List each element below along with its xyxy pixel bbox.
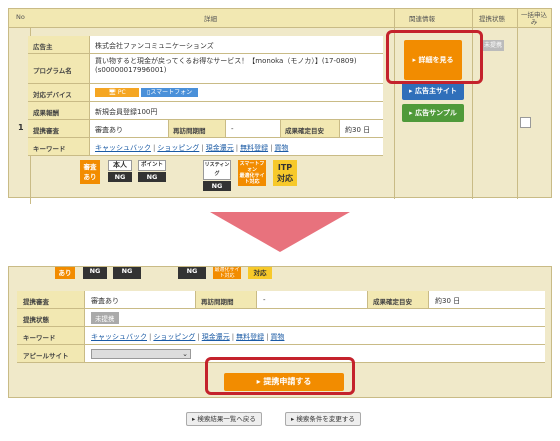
status-badge: 未提携 bbox=[482, 40, 504, 51]
keyword-label: キーワード bbox=[17, 327, 85, 344]
advertiser-value: 株式会社ファンコミュニケーションズ bbox=[95, 42, 214, 50]
change-search-button[interactable]: ▸ 検索条件を変更する bbox=[285, 412, 361, 426]
revisit-label: 再訪問期間 bbox=[195, 291, 257, 308]
ad-sample-button[interactable]: ▸ 広告サンプル bbox=[402, 104, 464, 122]
header-related: 関連情報 bbox=[409, 15, 435, 23]
appeal-site-select[interactable]: ⌄ bbox=[91, 349, 191, 359]
device-label: 対応デバイス bbox=[28, 84, 90, 101]
keyword-link[interactable]: 現金還元 bbox=[206, 144, 234, 152]
down-arrow-icon bbox=[210, 212, 350, 252]
tag-identity: NG bbox=[83, 267, 107, 279]
confirm-value: 約30 日 bbox=[435, 297, 461, 305]
device-value: 🖥 PC ▯スマートフォン bbox=[90, 84, 202, 101]
back-to-results-button[interactable]: ▸ 検索結果一覧へ戻る bbox=[186, 412, 262, 426]
tag-point: NG bbox=[113, 267, 141, 279]
advertiser-label: 広告主 bbox=[28, 36, 90, 53]
advertiser-site-button[interactable]: ▸ 広告主サイト bbox=[402, 82, 464, 100]
keyword-link[interactable]: ショッピング bbox=[157, 144, 199, 152]
table-row: 提携状態 未提携 bbox=[17, 309, 545, 327]
revisit-value: - bbox=[231, 125, 234, 133]
keyword-link[interactable]: 無料登録 bbox=[240, 144, 268, 152]
header-detail: 詳細 bbox=[204, 15, 217, 23]
tag-smartphone: スマートフォン 最適化サイト対応 bbox=[238, 160, 266, 186]
status-value: 未提携 bbox=[85, 309, 123, 326]
table-row: キーワード キャッシュバック | ショッピング | 現金還元 | 無料登録 | 買物 bbox=[17, 327, 545, 345]
tag-review: 審査 あり bbox=[80, 160, 100, 184]
highlight-frame bbox=[205, 357, 355, 395]
tag-itp: ITP 対応 bbox=[273, 160, 297, 186]
table-row: 提携審査 審査あり 再訪問期間 - 成果確定目安 約30 日 bbox=[17, 291, 545, 309]
table-row: 対応デバイス 🖥 PC ▯スマートフォン bbox=[28, 84, 383, 102]
revisit-value: - bbox=[263, 296, 266, 304]
table-row: 成果報酬 新規会員登録100円 bbox=[28, 102, 383, 120]
keyword-label: キーワード bbox=[28, 138, 90, 155]
keyword-link[interactable]: 買物 bbox=[274, 144, 288, 152]
tag-listing: NG bbox=[178, 267, 206, 279]
confirm-label: 成果確定目安 bbox=[367, 291, 429, 308]
review-value: 審査あり bbox=[95, 126, 123, 134]
keyword-list: キャッシュバック | ショッピング | 現金還元 | 無料登録 | 買物 bbox=[91, 333, 285, 341]
reward-value: 新規会員登録100円 bbox=[95, 108, 158, 116]
status-label: 提携状態 bbox=[17, 309, 85, 326]
keyword-link[interactable]: 現金還元 bbox=[202, 333, 230, 341]
status-badge: 未提携 bbox=[91, 312, 119, 324]
revisit-label: 再訪問期間 bbox=[168, 120, 226, 137]
keyword-link[interactable]: キャッシュバック bbox=[91, 333, 147, 341]
keyword-list: キャッシュバック | ショッピング | 現金還元 | 無料登録 | 買物 bbox=[95, 144, 289, 152]
table-row: プログラム名 買い物すると現金が戻ってくるお得なサービス！【monoka（モノカ… bbox=[28, 54, 383, 84]
pc-badge: 🖥 PC bbox=[95, 88, 139, 97]
highlight-frame bbox=[386, 30, 483, 84]
tag-listing: リスティング NG bbox=[203, 160, 231, 191]
program-value: 買い物すると現金が戻ってくるお得なサービス！【monoka（モノカ）】(17-0… bbox=[95, 57, 357, 74]
appeal-site-label: アピールサイト bbox=[17, 345, 85, 362]
confirm-label: 成果確定目安 bbox=[280, 120, 340, 137]
keyword-link[interactable]: ショッピング bbox=[153, 333, 195, 341]
confirm-value: 約30 日 bbox=[345, 126, 371, 134]
tag-itp: 対応 bbox=[248, 267, 272, 279]
table-row: キーワード キャッシュバック | ショッピング | 現金還元 | 無料登録 | 買物 bbox=[28, 138, 383, 156]
row-number: 1 bbox=[18, 123, 24, 132]
review-label: 提携審査 bbox=[17, 291, 85, 308]
feature-tags-partial: あり NG NG NG 最適化サイト対応 対応 bbox=[55, 267, 535, 281]
keyword-link[interactable]: キャッシュバック bbox=[95, 144, 151, 152]
table-header: No 詳細 関連情報 提携状態 一括申込み bbox=[9, 9, 551, 28]
header-status: 提携状態 bbox=[479, 15, 505, 23]
smartphone-badge: ▯スマートフォン bbox=[141, 88, 199, 97]
header-no: No bbox=[16, 13, 25, 21]
review-value: 審査あり bbox=[91, 297, 119, 305]
bulk-checkbox[interactable] bbox=[520, 117, 531, 128]
chevron-down-icon: ⌄ bbox=[182, 350, 188, 358]
keyword-link[interactable]: 買物 bbox=[270, 333, 284, 341]
table-row: 提携審査 審査あり 再訪問期間 - 成果確定目安 約30 日 bbox=[28, 120, 383, 138]
keyword-link[interactable]: 無料登録 bbox=[236, 333, 264, 341]
header-bulk: 一括申込み bbox=[521, 11, 547, 26]
tag-point: ポイント NG bbox=[138, 160, 166, 182]
program-label: プログラム名 bbox=[28, 54, 90, 83]
tag-smartphone: 最適化サイト対応 bbox=[213, 267, 241, 279]
reward-label: 成果報酬 bbox=[28, 102, 90, 119]
tag-identity: 本人 NG bbox=[108, 160, 132, 182]
table-row: 広告主 株式会社ファンコミュニケーションズ bbox=[28, 36, 383, 54]
review-label: 提携審査 bbox=[28, 120, 90, 137]
tag-review: あり bbox=[55, 267, 75, 279]
